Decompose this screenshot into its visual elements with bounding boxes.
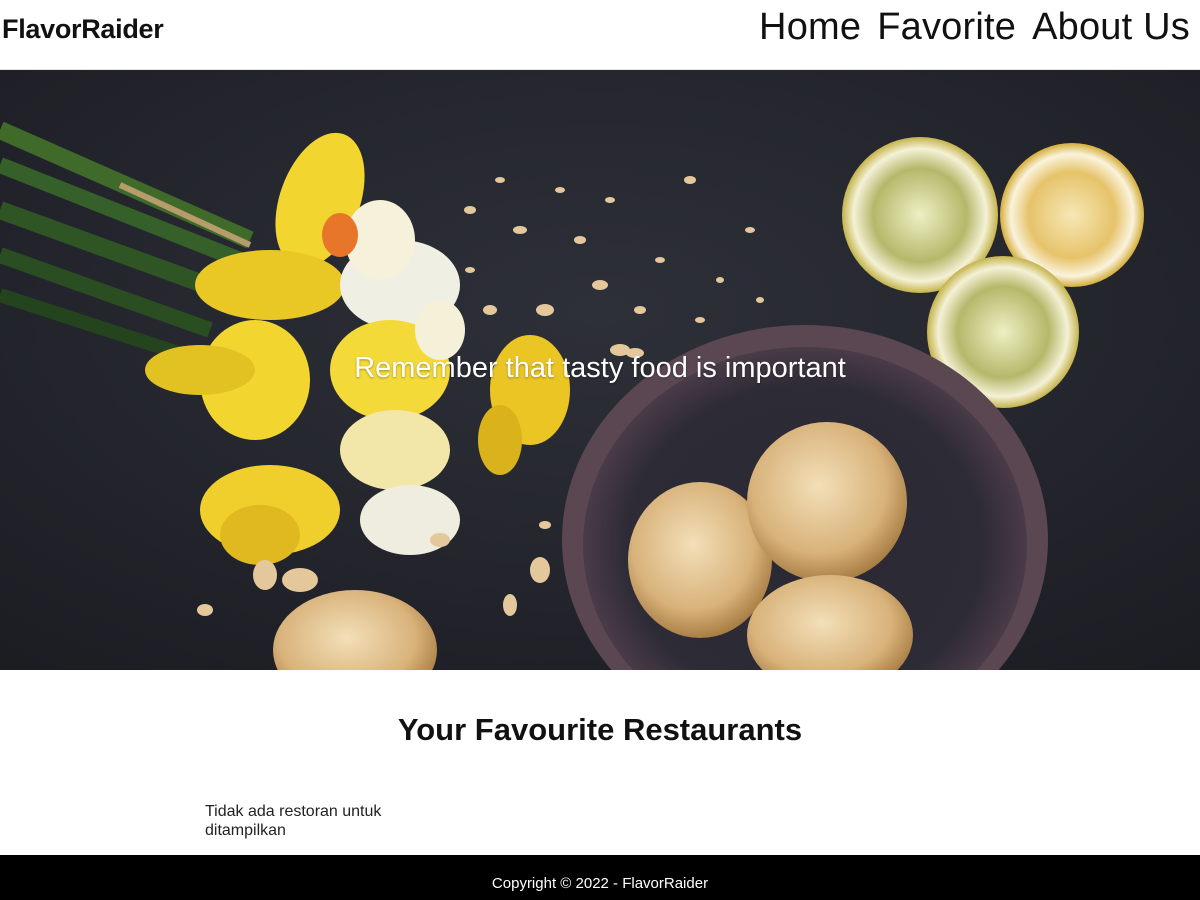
main-nav: Home Favorite About Us [759, 4, 1190, 50]
nav-home-link[interactable]: Home [759, 4, 861, 50]
empty-state-message: Tidak ada restoran untuk ditampilkan [205, 803, 382, 839]
hero-banner: Remember that tasty food is important [0, 70, 1200, 670]
site-footer: Copyright © 2022 - FlavorRaider [0, 855, 1200, 900]
site-header: FlavorRaider Home Favorite About Us [0, 0, 1200, 70]
brand-logo[interactable]: FlavorRaider [2, 14, 164, 45]
nav-favorite-link[interactable]: Favorite [877, 4, 1016, 50]
nav-about-us-link[interactable]: About Us [1032, 4, 1190, 50]
copyright-text: Copyright © 2022 - FlavorRaider [491, 875, 709, 892]
hero-tagline: Remember that tasty food is important [354, 352, 846, 384]
page-title: Your Favourite Restaurants [397, 712, 803, 747]
